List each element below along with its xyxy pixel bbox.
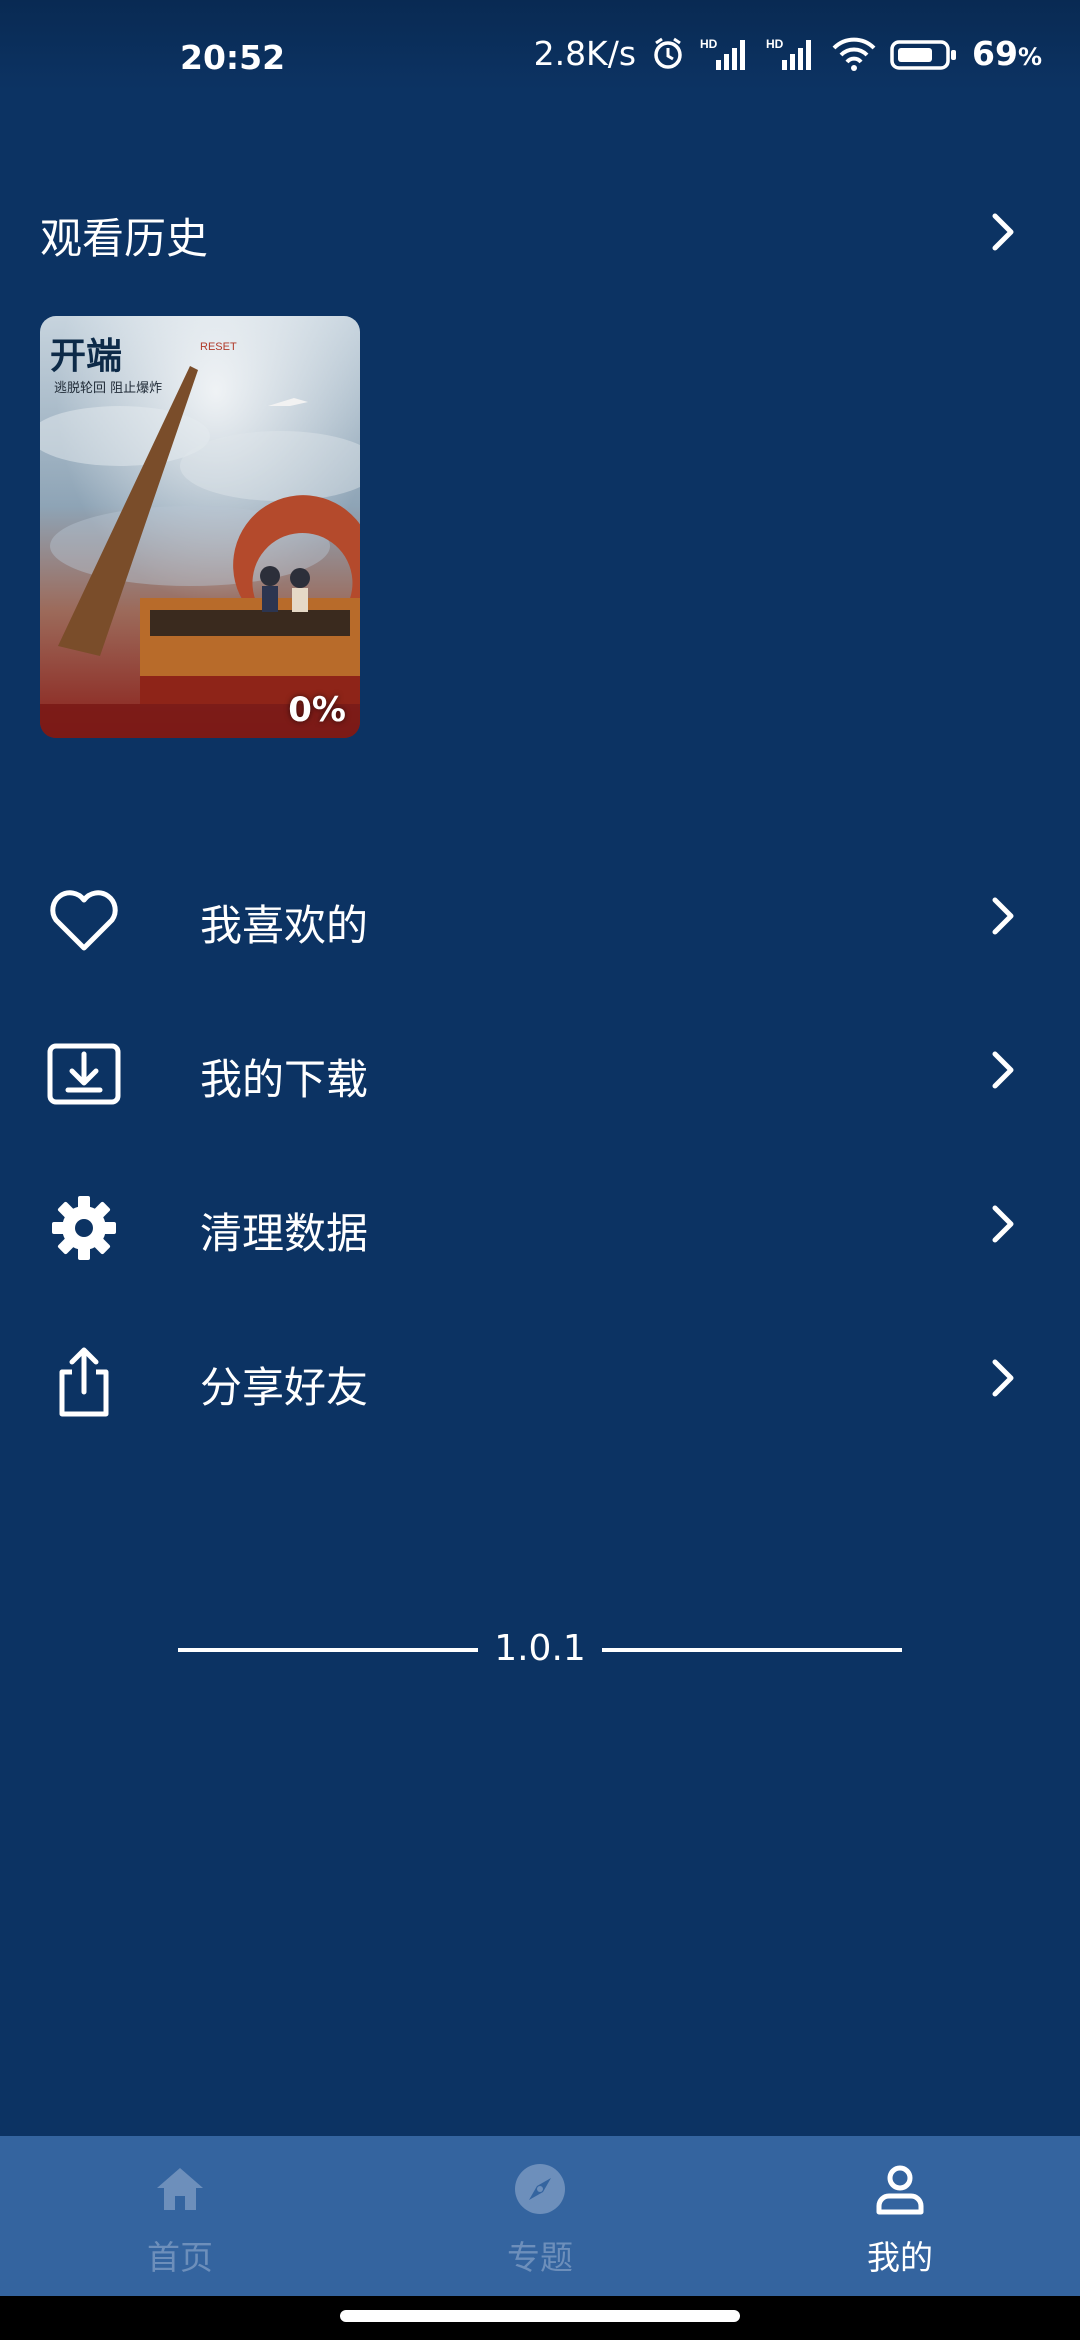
menu-item-share[interactable]: 分享好友 <box>0 1316 1080 1436</box>
tab-home[interactable]: 首页 <box>80 2136 280 2296</box>
history-title[interactable]: 观看历史 <box>40 205 208 266</box>
download-icon <box>44 1038 124 1110</box>
battery-percent: 69% <box>972 34 1042 73</box>
poster-tagline: 逃脱轮回 阻止爆炸 <box>54 381 162 396</box>
home-icon <box>157 2168 203 2210</box>
menu-item-clear-data[interactable]: 清理数据 <box>0 1162 1080 1282</box>
wifi-icon <box>832 36 876 72</box>
menu-label: 我的下载 <box>200 1055 369 1104</box>
heart-icon <box>44 884 124 956</box>
history-more-chevron-icon[interactable] <box>990 212 1018 256</box>
status-time: 20:52 <box>180 38 286 77</box>
version-text: 1.0.1 <box>494 1628 586 1669</box>
menu-label: 我喜欢的 <box>200 901 369 950</box>
svg-text:HD: HD <box>700 37 718 51</box>
network-speed: 2.8K/s <box>533 34 637 73</box>
compass-icon <box>515 2164 565 2214</box>
gesture-handle[interactable] <box>340 2310 740 2322</box>
tab-mine[interactable]: 我的 <box>800 2136 1000 2296</box>
signal-hd-icon: HD <box>766 36 818 72</box>
poster-subtitle: RESET <box>200 341 237 353</box>
tab-topics[interactable]: 专题 <box>440 2136 640 2296</box>
history-item-poster[interactable]: 开端 RESET 逃脱轮回 阻止爆炸 0% <box>40 316 360 738</box>
gear-icon <box>44 1192 124 1264</box>
menu-label: 分享好友 <box>200 1363 369 1412</box>
poster-title: 开端 <box>50 336 122 377</box>
chevron-right-icon <box>990 1358 1018 1402</box>
tab-label: 我的 <box>867 2238 933 2277</box>
alarm-icon <box>650 36 686 72</box>
bottom-nav: 首页 专题 我的 <box>0 2136 1080 2296</box>
chevron-right-icon <box>990 1050 1018 1094</box>
menu-item-downloads[interactable]: 我的下载 <box>0 1008 1080 1128</box>
gesture-area <box>0 2296 1080 2340</box>
menu-label: 清理数据 <box>200 1209 369 1258</box>
battery-icon <box>890 36 958 72</box>
signal-hd-icon: HD <box>700 36 752 72</box>
chevron-right-icon <box>990 896 1018 940</box>
version-divider-right <box>602 1648 902 1652</box>
poster-image: 开端 RESET 逃脱轮回 阻止爆炸 <box>40 316 360 738</box>
status-icons: 2.8K/s HD HD 69% <box>534 34 1042 73</box>
tab-label: 专题 <box>507 2238 573 2277</box>
version-divider-left <box>178 1648 478 1652</box>
status-bar: 20:52 2.8K/s HD HD 69% <box>0 0 1080 90</box>
watch-progress: 0% <box>288 690 346 730</box>
user-icon <box>876 2165 924 2215</box>
share-icon <box>44 1346 124 1418</box>
svg-text:HD: HD <box>766 37 784 51</box>
menu-item-favorites[interactable]: 我喜欢的 <box>0 854 1080 974</box>
tab-label: 首页 <box>147 2238 213 2277</box>
chevron-right-icon <box>990 1204 1018 1248</box>
